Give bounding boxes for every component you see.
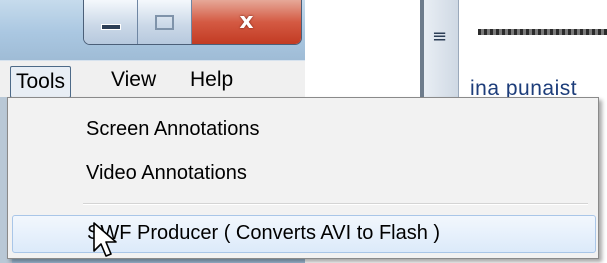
grip-icon: ≡ xyxy=(432,26,448,47)
menu-item-video-annotations[interactable]: Video Annotations xyxy=(8,156,598,190)
menu-tools[interactable]: Tools xyxy=(10,66,72,98)
mouse-pointer-icon xyxy=(93,222,117,257)
menu-bar: Tools View Help xyxy=(0,60,305,98)
menu-item-label: SWF Producer ( Converts AVI to Flash ) xyxy=(87,222,441,244)
title-bar: x xyxy=(0,0,305,60)
close-icon: x xyxy=(239,9,254,34)
maximize-icon xyxy=(155,14,174,30)
menu-item-label: Video Annotations xyxy=(86,162,247,184)
menu-separator xyxy=(83,203,588,205)
splitter-handle[interactable]: ≡ xyxy=(424,0,459,112)
menu-item-label: Screen Annotations xyxy=(86,118,260,140)
close-button[interactable]: x xyxy=(192,0,301,44)
minimize-button[interactable] xyxy=(84,0,138,44)
spellcheck-underline xyxy=(478,29,607,35)
maximize-button[interactable] xyxy=(138,0,192,44)
menu-item-screen-annotations[interactable]: Screen Annotations xyxy=(8,112,598,146)
caption-buttons: x xyxy=(83,0,302,45)
menu-view[interactable]: View xyxy=(105,65,162,95)
menu-help[interactable]: Help xyxy=(184,65,239,95)
minimize-icon xyxy=(100,24,121,30)
